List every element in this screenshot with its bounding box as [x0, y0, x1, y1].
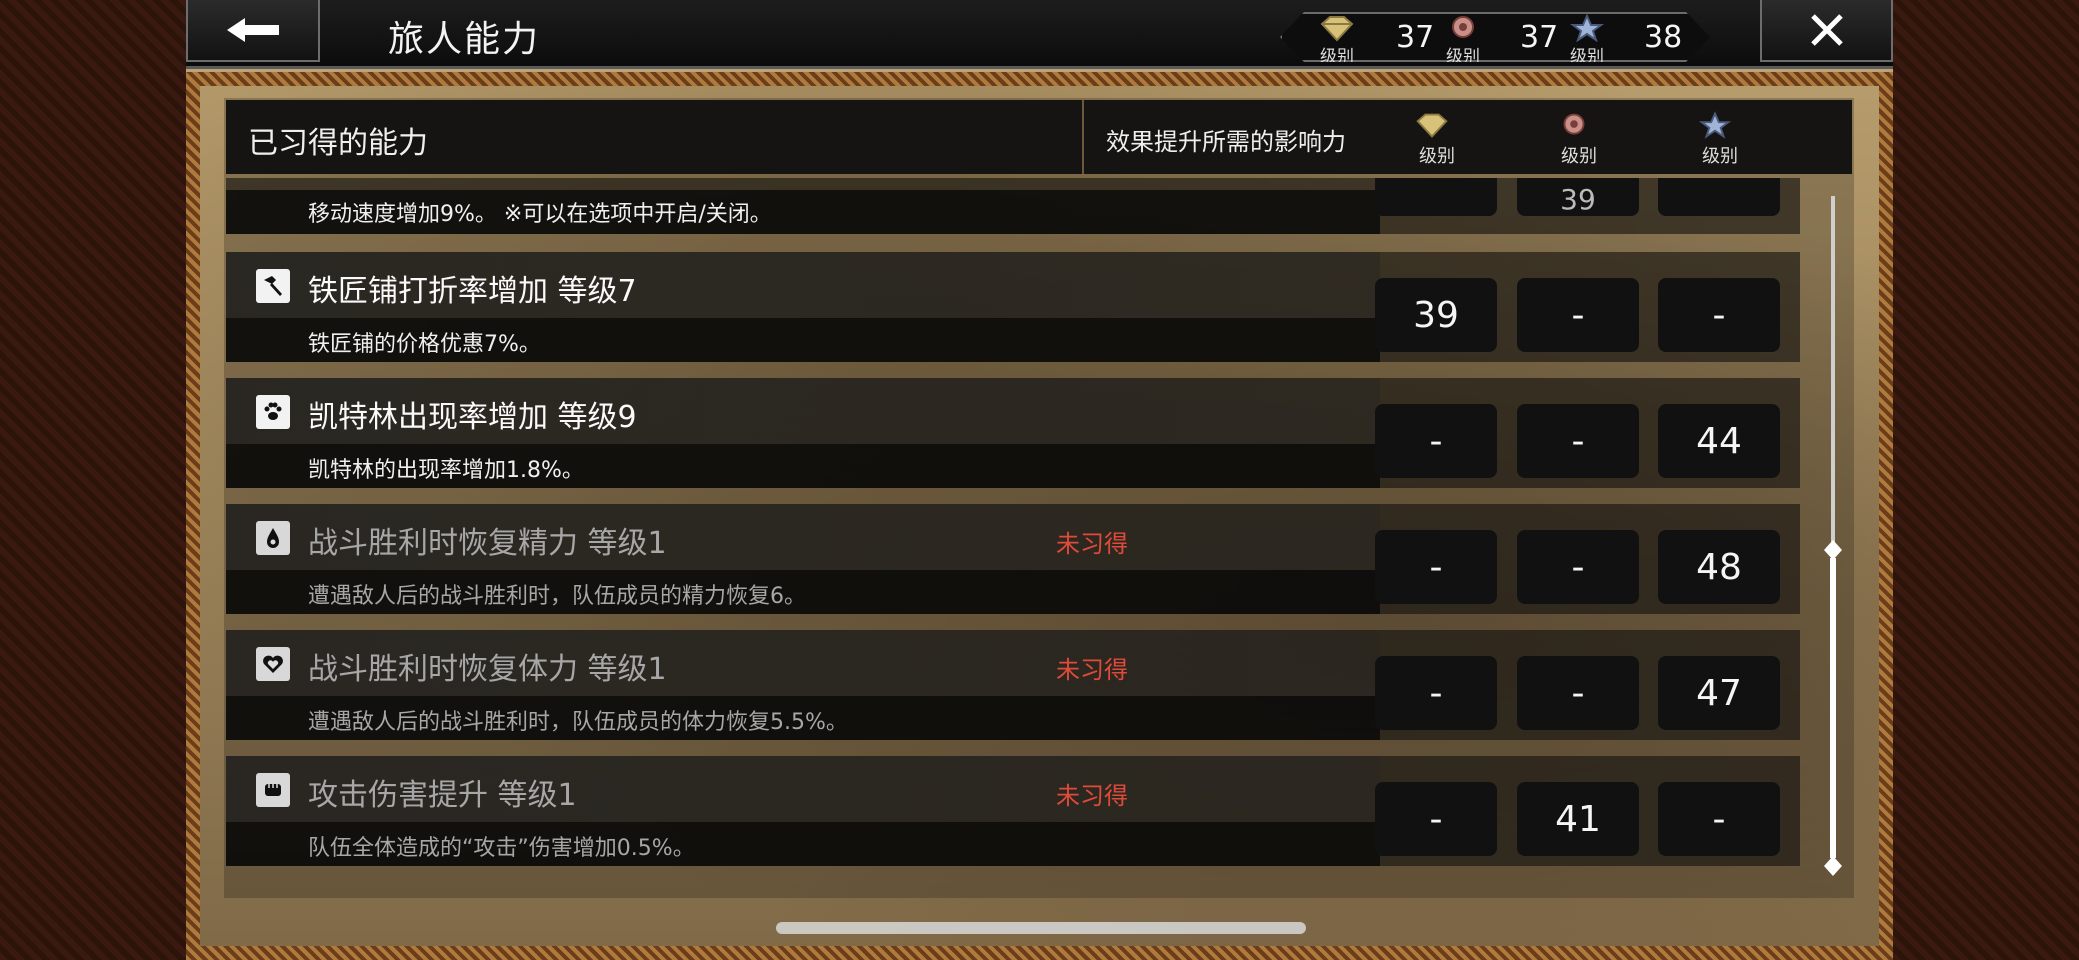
- rank-summary: 级别 37 级别 37 级别 38: [1280, 12, 1710, 62]
- paw-icon: [256, 395, 290, 429]
- hammer-icon: [256, 269, 290, 303]
- influence-cell: 39: [1375, 278, 1497, 352]
- star-rank-icon: [1698, 111, 1732, 139]
- ability-desc: 凯特林的出现率增加1.8%。: [308, 458, 584, 483]
- influence-cell: -: [1375, 404, 1497, 478]
- influence-cell: -: [1517, 404, 1639, 478]
- influence-cell: -: [1517, 656, 1639, 730]
- ability-row-partial[interactable]: 移动速度增加9%。 ※可以在选项中开启/关闭。 39: [226, 178, 1800, 234]
- scrollbar-thumb[interactable]: [1824, 540, 1842, 876]
- fist-icon: [256, 773, 290, 807]
- influence-cell: -: [1517, 530, 1639, 604]
- learned-header: 已习得的能力: [226, 100, 1084, 174]
- col-label: 级别: [1702, 146, 1738, 167]
- ability-name: 战斗胜利时恢复体力 等级1: [308, 652, 667, 687]
- page-title: 旅人能力: [388, 19, 541, 60]
- back-arrow-icon: [227, 18, 279, 42]
- influence-cell: 44: [1658, 404, 1780, 478]
- ability-name: 攻击伤害提升 等级1: [308, 778, 577, 813]
- learned-header-label: 已习得的能力: [248, 126, 428, 161]
- influence-header-label: 效果提升所需的影响力: [1106, 128, 1346, 156]
- influence-cell: 39: [1517, 178, 1639, 216]
- close-icon: [1810, 14, 1843, 46]
- right-background: [1893, 0, 2079, 960]
- influence-cell: -: [1375, 530, 1497, 604]
- ability-row[interactable]: 战斗胜利时恢复精力 等级1 未习得 遭遇敌人后的战斗胜利时，队伍成员的精力恢复6…: [226, 504, 1800, 614]
- influence-cell: -: [1517, 278, 1639, 352]
- spiral-drop-icon: [256, 521, 290, 555]
- col-star: 级别: [1695, 110, 1745, 168]
- col-rose: 级别: [1554, 110, 1604, 168]
- influence-cell: -: [1375, 656, 1497, 730]
- col-label: 级别: [1561, 146, 1597, 167]
- star-rank-icon: [1570, 14, 1604, 42]
- status-badge: 未习得: [1056, 656, 1128, 684]
- ability-desc: 队伍全体造成的“攻击”伤害增加0.5%。: [308, 836, 695, 861]
- ability-row[interactable]: 攻击伤害提升 等级1 未习得 队伍全体造成的“攻击”伤害增加0.5%。 - 41…: [226, 756, 1800, 866]
- ability-row[interactable]: 凯特林出现率增加 等级9 凯特林的出现率增加1.8%。 - - 44: [226, 378, 1800, 488]
- influence-cell: 48: [1658, 530, 1780, 604]
- col-diamond: 级别: [1412, 110, 1462, 168]
- influence-cell: [1658, 178, 1780, 216]
- ability-desc: 遭遇敌人后的战斗胜利时，队伍成员的精力恢复6。: [308, 584, 806, 609]
- rose-rank-icon: [1452, 16, 1474, 38]
- col-label: 级别: [1419, 146, 1455, 167]
- influence-header: 效果提升所需的影响力 级别 级别 级别: [1084, 100, 1852, 174]
- ability-name: 战斗胜利时恢复精力 等级1: [308, 526, 667, 561]
- influence-cell: -: [1658, 782, 1780, 856]
- influence-cell: 41: [1517, 782, 1639, 856]
- diamond-rank-icon: [1416, 113, 1448, 138]
- ability-desc: 铁匠铺的价格优惠7%。: [308, 332, 541, 357]
- status-badge: 未习得: [1056, 782, 1128, 810]
- left-background: [0, 0, 186, 960]
- rank-value: 37: [1520, 20, 1559, 55]
- ability-name: 凯特林出现率增加 等级9: [308, 400, 637, 435]
- rank-value: 37: [1396, 20, 1435, 55]
- diamond-rank-icon: [1320, 16, 1354, 42]
- ability-row[interactable]: 铁匠铺打折率增加 等级7 铁匠铺的价格优惠7%。 39 - -: [226, 252, 1800, 362]
- influence-cell: -: [1658, 278, 1780, 352]
- home-indicator[interactable]: [776, 922, 1306, 934]
- influence-cell: -: [1375, 782, 1497, 856]
- ability-name: 铁匠铺打折率增加 等级7: [308, 274, 637, 309]
- ability-row[interactable]: 战斗胜利时恢复体力 等级1 未习得 遭遇敌人后的战斗胜利时，队伍成员的体力恢复5…: [226, 630, 1800, 740]
- close-button[interactable]: [1760, 0, 1893, 62]
- influence-cell: 47: [1658, 656, 1780, 730]
- rank-value: 38: [1644, 20, 1683, 55]
- influence-cell: [1375, 178, 1497, 216]
- status-badge: 未习得: [1056, 530, 1128, 558]
- back-button[interactable]: [186, 0, 320, 62]
- heart-icon: [256, 647, 290, 681]
- ability-desc: 移动速度增加9%。 ※可以在选项中开启/关闭。: [308, 202, 772, 227]
- rose-rank-icon: [1563, 113, 1585, 135]
- ability-desc: 遭遇敌人后的战斗胜利时，队伍成员的体力恢复5.5%。: [308, 710, 848, 735]
